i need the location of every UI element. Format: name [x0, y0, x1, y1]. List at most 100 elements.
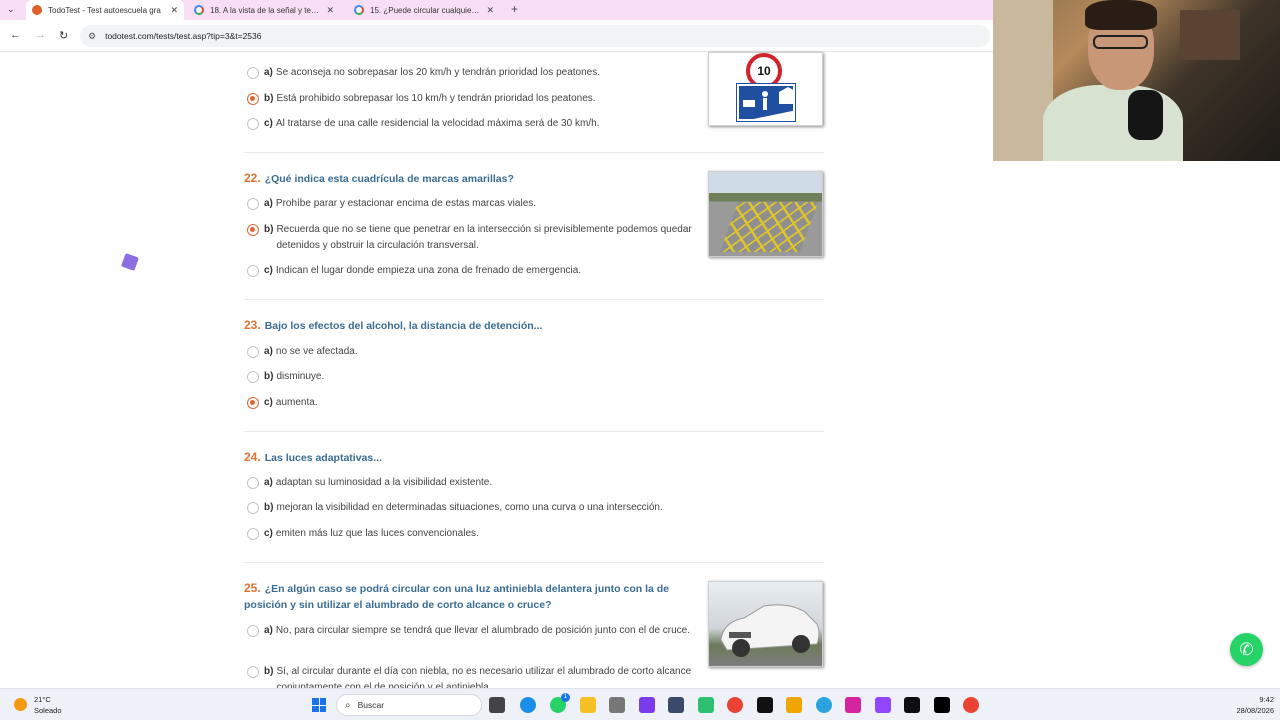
option-text: disminuye.: [276, 371, 325, 382]
question-text: ¿En algún caso se podrá circular con una…: [244, 583, 670, 611]
option-text: Recuerda que no se tiene que penetrar en…: [276, 224, 692, 251]
question-number: 24.: [244, 450, 261, 464]
browser-toolbar: ← → ↻ ⚙ todotest.com/tests/test.asp?tip=…: [0, 20, 993, 52]
question-text: Bajo los efectos del alcohol, la distanc…: [264, 320, 543, 332]
reload-icon[interactable]: ↻: [59, 29, 68, 42]
white-car-icon: [720, 604, 820, 657]
option-text: emiten más luz que las luces convenciona…: [275, 528, 479, 539]
new-tab-icon[interactable]: +: [511, 2, 518, 16]
residential-zone-sign-image: 10: [708, 52, 823, 126]
option-text: No, para circular siempre se tendrá que …: [275, 625, 691, 636]
divider: [244, 431, 824, 432]
tab-question-18[interactable]: 18. A la vista de la señal y tenie ✕: [188, 0, 340, 20]
option-text: Sí, al circular durante el día con niebl…: [276, 666, 692, 688]
option-c[interactable]: c) emiten más luz que las luces convenci…: [247, 526, 479, 542]
cursor-highlight-icon: [121, 253, 139, 271]
divider: [244, 299, 824, 300]
close-icon[interactable]: ✕: [486, 5, 494, 16]
weather-condition: Soleado: [34, 706, 62, 715]
radio-button[interactable]: [247, 118, 259, 130]
option-text: Prohíbe parar y estacionar encima de est…: [275, 198, 537, 209]
radio-button[interactable]: [247, 625, 259, 637]
url-text: todotest.com/tests/test.asp?tip=3&t=2536: [105, 31, 262, 41]
yellow-box-junction-image: [708, 171, 823, 257]
taskbar-search[interactable]: ⌕ Buscar: [336, 694, 482, 716]
instagram-icon[interactable]: [845, 697, 861, 713]
app-icon[interactable]: [668, 697, 684, 713]
radio-button[interactable]: [247, 67, 259, 79]
edge-icon[interactable]: [520, 697, 536, 713]
radio-button[interactable]: [247, 371, 259, 383]
option-c[interactable]: c) Indican el lugar donde empieza una zo…: [247, 263, 581, 279]
question-text: Las luces adaptativas...: [264, 452, 382, 464]
car-image: [708, 581, 823, 667]
option-b[interactable]: b) mejoran la visibilidad en determinada…: [247, 500, 663, 516]
chrome-icon[interactable]: [727, 697, 743, 713]
app-icon[interactable]: [639, 697, 655, 713]
question-24: 24. Las luces adaptativas... a) adaptan s…: [244, 449, 824, 540]
radio-button[interactable]: [247, 666, 259, 678]
twitch-icon[interactable]: [875, 697, 891, 713]
option-b[interactable]: b) disminuye.: [247, 369, 324, 385]
tab-title: 18. A la vista de la señal y tenie: [210, 5, 321, 15]
option-a[interactable]: a) Prohíbe parar y estacionar encima de …: [247, 196, 536, 212]
site-info-icon[interactable]: ⚙: [88, 31, 96, 42]
weather-widget[interactable]: 21°C Soleado: [34, 694, 62, 716]
close-icon[interactable]: ✕: [170, 5, 178, 16]
radio-button[interactable]: [247, 346, 259, 358]
option-text: no se ve afectada.: [275, 346, 358, 357]
tab-question-15[interactable]: 15. ¿Puede circular cualquier ve ✕: [348, 0, 500, 20]
radio-button-selected[interactable]: [247, 93, 259, 105]
radio-button[interactable]: [247, 477, 259, 489]
taskbar: 21°C Soleado ⌕ Buscar 1 9:42 28/08/2026: [0, 688, 1280, 720]
option-text: Al tratarse de una calle residencial la …: [275, 118, 600, 129]
temperature: 21°C: [34, 695, 51, 704]
tab-search-icon[interactable]: ⌄: [7, 4, 15, 15]
divider: [244, 562, 824, 563]
whatsapp-icon[interactable]: ✆: [1230, 633, 1263, 666]
date: 28/08/2026: [1236, 706, 1274, 715]
radio-button[interactable]: [247, 502, 259, 514]
back-icon[interactable]: ←: [10, 29, 21, 41]
option-b[interactable]: b) Sí, al circular durante el día con ni…: [247, 664, 695, 688]
app-icon[interactable]: [698, 697, 714, 713]
kick-icon[interactable]: [904, 697, 920, 713]
chrome-icon[interactable]: [963, 697, 979, 713]
search-icon: ⌕: [345, 699, 351, 711]
radio-button[interactable]: [247, 528, 259, 540]
option-a[interactable]: a) no se ve afectada.: [247, 344, 358, 360]
telegram-icon[interactable]: [816, 697, 832, 713]
option-a[interactable]: a) Se aconseja no sobrepasar los 20 km/h…: [247, 65, 600, 81]
time: 9:42: [1259, 695, 1274, 704]
question-number: 22.: [244, 171, 261, 185]
close-icon[interactable]: ✕: [326, 5, 334, 16]
option-b[interactable]: b) Recuerda que no se tiene que penetrar…: [247, 222, 692, 254]
webcam-overlay: [993, 0, 1280, 161]
radio-button-selected[interactable]: [247, 224, 259, 236]
system-clock[interactable]: 9:42 28/08/2026: [1236, 694, 1274, 716]
option-c[interactable]: c) Al tratarse de una calle residencial …: [247, 116, 599, 132]
option-a[interactable]: a) No, para circular siempre se tendrá q…: [247, 623, 695, 639]
task-view-icon[interactable]: [489, 697, 505, 713]
windows-start-icon[interactable]: [312, 698, 326, 712]
tab-title: 15. ¿Puede circular cualquier ve: [370, 5, 481, 15]
file-explorer-icon[interactable]: [580, 697, 596, 713]
app-icon[interactable]: [757, 697, 773, 713]
app-icon[interactable]: [609, 697, 625, 713]
sun-icon[interactable]: [14, 698, 27, 711]
tiktok-icon[interactable]: [934, 697, 950, 713]
option-a[interactable]: a) adaptan su luminosidad a la visibilid…: [247, 475, 492, 491]
address-bar[interactable]: ⚙ todotest.com/tests/test.asp?tip=3&t=25…: [80, 25, 990, 47]
radio-button[interactable]: [247, 265, 259, 277]
option-text: Se aconseja no sobrepasar los 20 km/h y …: [275, 67, 600, 78]
question-text: ¿Qué indica esta cuadrícula de marcas am…: [264, 173, 514, 185]
radio-button[interactable]: [247, 198, 259, 210]
forward-icon[interactable]: →: [35, 29, 46, 41]
tab-todotest[interactable]: TodoTest - Test autoescuela gra ✕: [26, 0, 184, 20]
rtve-icon[interactable]: [786, 697, 802, 713]
radio-button-selected[interactable]: [247, 397, 259, 409]
option-c[interactable]: c) aumenta.: [247, 395, 318, 411]
option-text: Indican el lugar donde empieza una zona …: [275, 265, 582, 276]
option-b[interactable]: b) Está prohibido sobrepasar los 10 km/h…: [247, 91, 596, 107]
tab-title: TodoTest - Test autoescuela gra: [48, 5, 161, 15]
